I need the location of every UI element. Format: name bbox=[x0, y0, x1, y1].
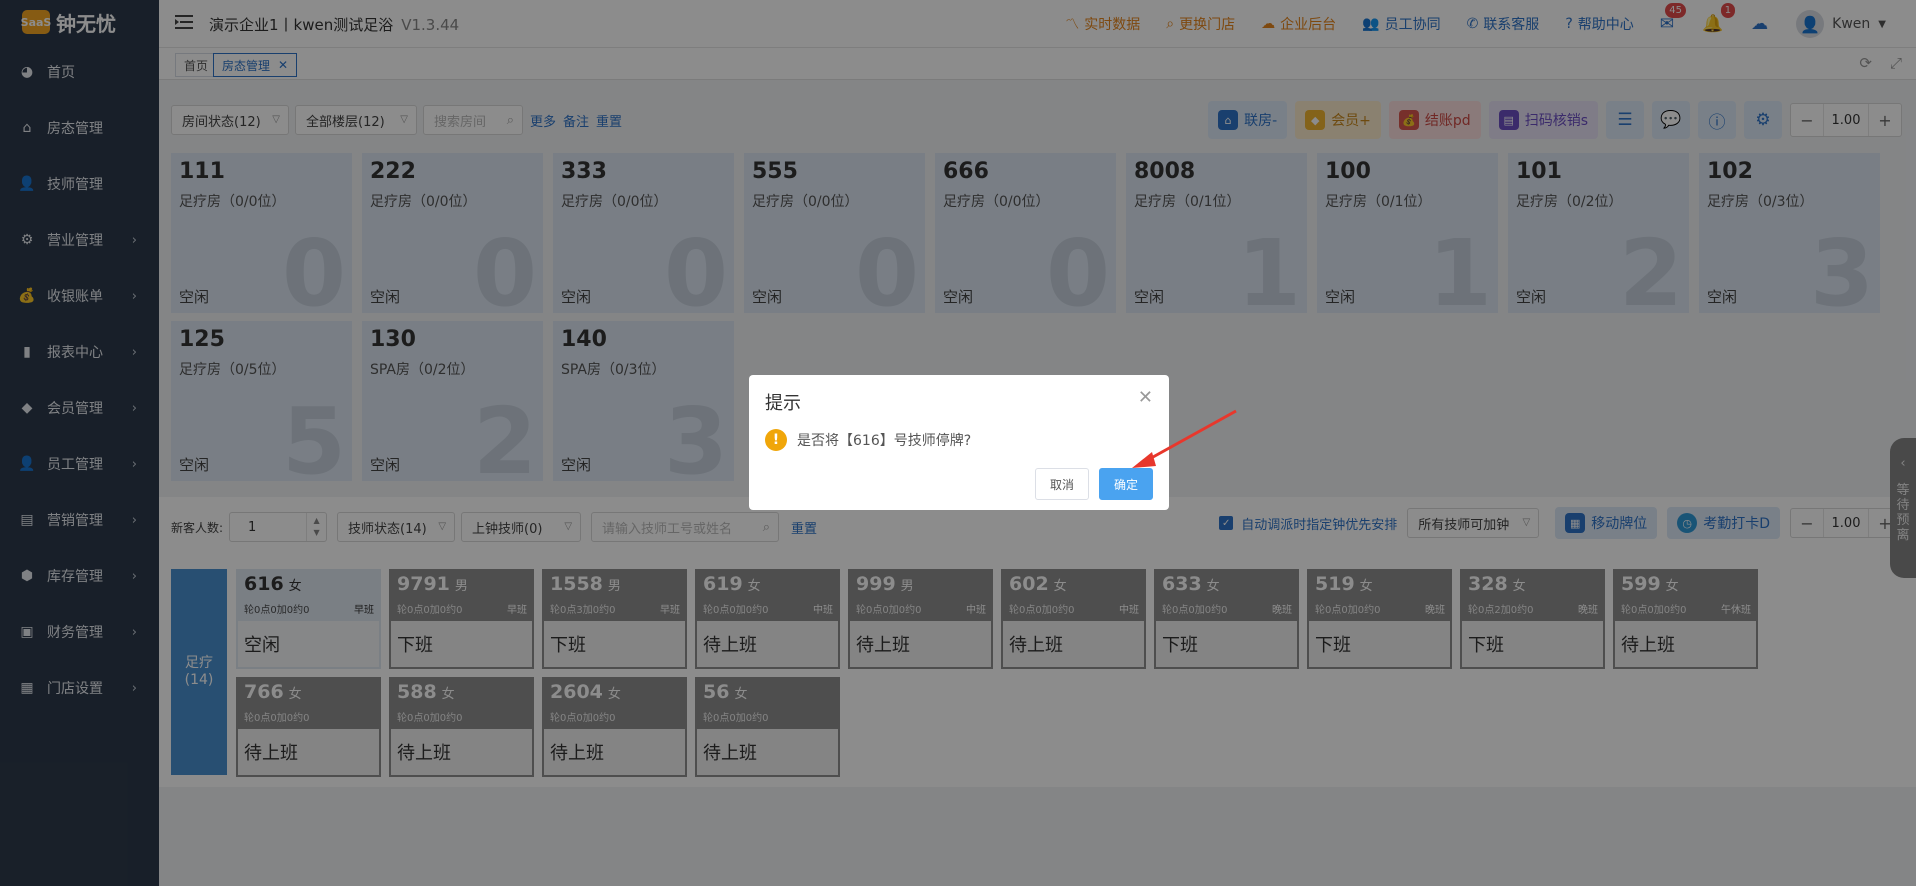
confirm-dialog: 提示 ✕ ! 是否将【616】号技师停牌? 取消 确定 bbox=[749, 375, 1169, 510]
close-icon[interactable]: ✕ bbox=[1138, 387, 1153, 408]
dialog-body: ! 是否将【616】号技师停牌? bbox=[765, 429, 971, 451]
dialog-message: 是否将【616】号技师停牌? bbox=[797, 433, 972, 449]
cancel-button[interactable]: 取消 bbox=[1034, 468, 1089, 500]
warning-icon: ! bbox=[765, 429, 787, 451]
dialog-footer: 取消 确定 bbox=[1034, 468, 1153, 500]
pointer-arrow-icon bbox=[1132, 409, 1237, 468]
dialog-title: 提示 bbox=[765, 393, 801, 414]
confirm-button[interactable]: 确定 bbox=[1098, 468, 1153, 500]
